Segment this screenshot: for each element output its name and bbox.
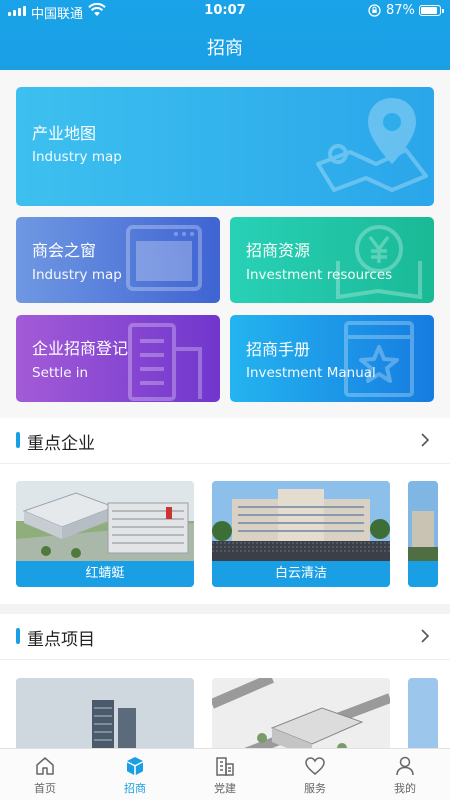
tab-label: 我的 <box>394 782 416 795</box>
section-marker <box>16 432 20 448</box>
section-key-enterprises: 重点企业 红蜻蜓 白云清洁 <box>0 418 450 604</box>
enterprise-photo <box>16 481 194 561</box>
section-header[interactable]: 重点项目 <box>0 614 450 660</box>
tab-home[interactable]: 首页 <box>0 749 90 800</box>
section-marker <box>16 628 20 644</box>
browser-window-icon <box>126 225 202 291</box>
feature-grid: 产业地图 Industry map 商会之窗 Industry map 招商资源… <box>0 70 450 418</box>
chevron-right-icon[interactable] <box>418 628 432 644</box>
tab-label: 服务 <box>304 782 326 795</box>
enterprise-caption-partial <box>408 561 438 587</box>
status-bar: 中国联通 10:07 87% <box>0 0 450 22</box>
section-title: 重点企业 <box>27 434 95 454</box>
card-title: 招商手册 <box>246 340 311 359</box>
chevron-right-icon[interactable] <box>418 432 432 448</box>
card-title: 招商资源 <box>246 241 311 260</box>
tab-label: 党建 <box>214 782 236 795</box>
battery-icon <box>419 5 444 16</box>
project-photo <box>212 678 390 748</box>
card-title: 商会之窗 <box>32 241 97 260</box>
tab-party-building[interactable]: 党建 <box>180 749 270 800</box>
tab-mine[interactable]: 我的 <box>360 749 450 800</box>
enterprise-photo <box>408 481 438 561</box>
cube-icon <box>127 757 143 775</box>
enterprise-list: 红蜻蜓 白云清洁 <box>16 481 450 591</box>
bottom-tab-bar: 首页 招商 党建 服务 我的 <box>0 748 450 800</box>
tab-label: 招商 <box>124 782 146 795</box>
card-chamber-window[interactable]: 商会之窗 Industry map <box>16 217 220 303</box>
project-card[interactable] <box>212 678 390 748</box>
card-enterprise-registration[interactable]: 企业招商登记 Settle in <box>16 315 220 402</box>
user-icon <box>396 756 414 776</box>
project-card[interactable] <box>16 678 194 748</box>
card-subtitle: Industry map <box>32 267 122 283</box>
enterprise-caption: 红蜻蜓 <box>16 561 194 587</box>
section-header[interactable]: 重点企业 <box>0 418 450 464</box>
heart-icon <box>305 757 325 775</box>
section-title: 重点项目 <box>27 630 95 650</box>
header-bar: 中国联通 10:07 87% 招商 <box>0 0 450 70</box>
enterprise-card-partial[interactable] <box>408 481 438 587</box>
project-list <box>16 678 450 748</box>
card-investment-manual[interactable]: 招商手册 Investment Manual <box>230 315 434 402</box>
section-key-projects: 重点项目 <box>0 614 450 748</box>
building-icon <box>128 323 202 401</box>
enterprise-photo <box>212 481 390 561</box>
page-title: 招商 <box>207 38 243 59</box>
card-industry-map[interactable]: 产业地图 Industry map <box>16 87 434 206</box>
card-subtitle: Industry map <box>32 149 122 165</box>
enterprise-card[interactable]: 白云清洁 <box>212 481 390 587</box>
status-time: 10:07 <box>204 3 246 18</box>
party-building-icon <box>216 757 234 776</box>
home-icon <box>36 757 54 775</box>
enterprise-caption: 白云清洁 <box>212 561 390 587</box>
tab-investment[interactable]: 招商 <box>90 749 180 800</box>
card-title: 产业地图 <box>32 124 97 143</box>
card-investment-resources[interactable]: 招商资源 Investment resources <box>230 217 434 303</box>
tab-label: 首页 <box>34 782 56 795</box>
orientation-lock-icon <box>368 4 381 17</box>
project-photo <box>16 678 194 748</box>
map-pin-icon <box>316 98 428 192</box>
book-star-icon <box>344 321 414 397</box>
yuan-resource-icon <box>336 225 422 300</box>
enterprise-card[interactable]: 红蜻蜓 <box>16 481 194 587</box>
battery-percent: 87% <box>386 3 415 18</box>
tab-service[interactable]: 服务 <box>270 749 360 800</box>
project-card-partial[interactable] <box>408 678 438 748</box>
card-subtitle: Settle in <box>32 365 89 381</box>
card-title: 企业招商登记 <box>32 339 129 358</box>
